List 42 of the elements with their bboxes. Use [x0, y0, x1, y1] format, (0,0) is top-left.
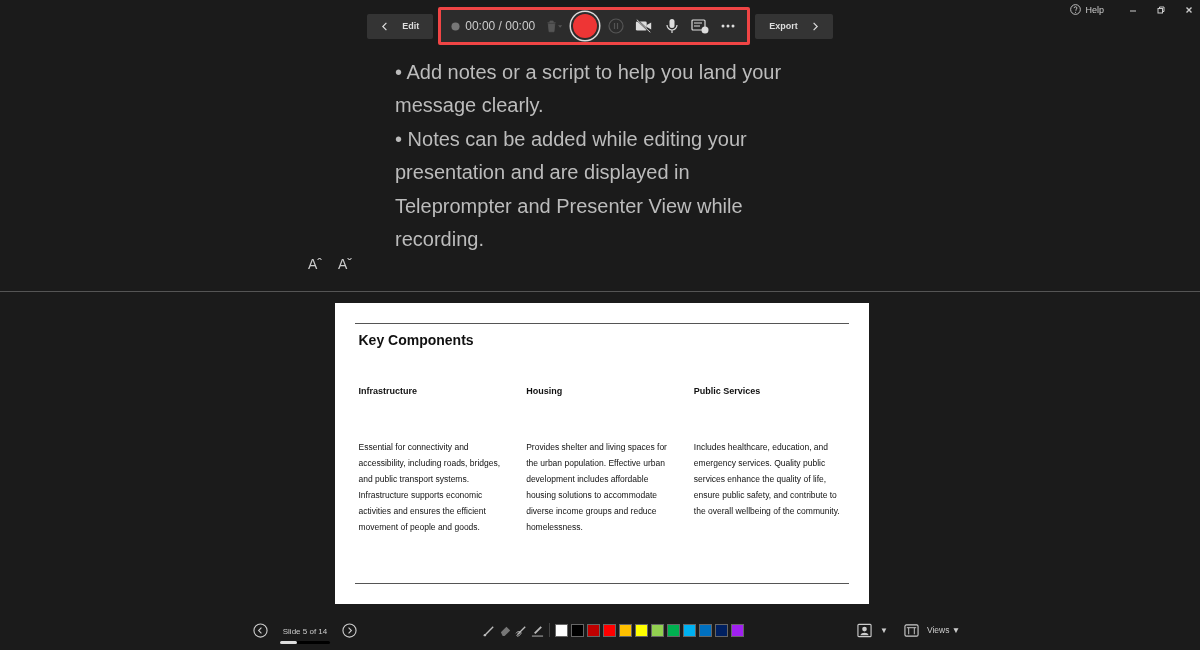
increase-font-button[interactable]: Aˆ	[306, 251, 324, 276]
layout-icon[interactable]	[903, 622, 919, 638]
color-swatch[interactable]	[571, 623, 584, 637]
color-swatch[interactable]	[731, 623, 744, 637]
close-icon[interactable]	[1184, 4, 1194, 15]
column-text: Provides shelter and living spaces for the urban population. Effective urban development includes affordable housing solutions to accommodate diverse income groups and reduce homelessness.	[526, 441, 668, 534]
restore-icon[interactable]	[1156, 4, 1166, 15]
timer: 00:00 / 00:00	[465, 19, 536, 33]
column-text: Includes healthcare, education, and emergency services. Quality public services enhance the quality of life, ensure public safety, and contribute to the overall wellbeing of the community.	[693, 441, 841, 518]
teleprompter-icon[interactable]	[691, 18, 710, 34]
views-button[interactable]: Views ▼	[926, 625, 961, 635]
slide-title: Key Components	[358, 332, 475, 348]
note-text: • Notes can be added while editing your presentation and are displayed in Teleprompter and Presenter View while recording.	[395, 126, 748, 253]
edit-button[interactable]: Edit	[367, 13, 434, 39]
color-swatch[interactable]	[651, 623, 664, 637]
help-icon	[1070, 4, 1082, 15]
record-button[interactable]	[573, 14, 598, 38]
highlighter-icon[interactable]	[531, 623, 544, 637]
slide-counter: Slide 5 of 14	[282, 626, 328, 636]
previous-icon[interactable]	[253, 622, 268, 638]
status-dot-icon	[451, 21, 461, 31]
column-heading: Public Services	[693, 386, 762, 396]
camera-dropdown[interactable]: ▼	[880, 625, 888, 635]
color-swatch[interactable]	[619, 623, 632, 637]
note-text: • Add notes or a script to help you land your message clearly.	[395, 60, 783, 119]
color-swatch[interactable]	[667, 623, 680, 637]
camera-person-icon[interactable]	[857, 622, 872, 638]
color-swatch[interactable]	[603, 623, 616, 637]
color-swatch[interactable]	[699, 623, 712, 637]
decrease-font-button[interactable]: Aˇ	[336, 251, 354, 276]
camera-off-icon[interactable]	[635, 18, 654, 34]
column-text: Essential for connectivity and accessibility, including roads, bridges, and public transport systems. Infrastructure supports economic activities and ensures the efficient movement of people and goods.	[358, 441, 502, 534]
color-swatch[interactable]	[715, 623, 728, 637]
color-swatch[interactable]	[555, 623, 568, 637]
column-heading: Housing	[526, 386, 564, 396]
next-icon[interactable]	[342, 622, 357, 638]
export-button[interactable]: Export	[755, 13, 833, 39]
column-heading: Infrastructure	[358, 386, 418, 396]
help-button[interactable]: Help	[1064, 3, 1110, 16]
color-swatch[interactable]	[635, 623, 648, 637]
color-swatch[interactable]	[587, 623, 600, 637]
color-swatch[interactable]	[683, 623, 696, 637]
